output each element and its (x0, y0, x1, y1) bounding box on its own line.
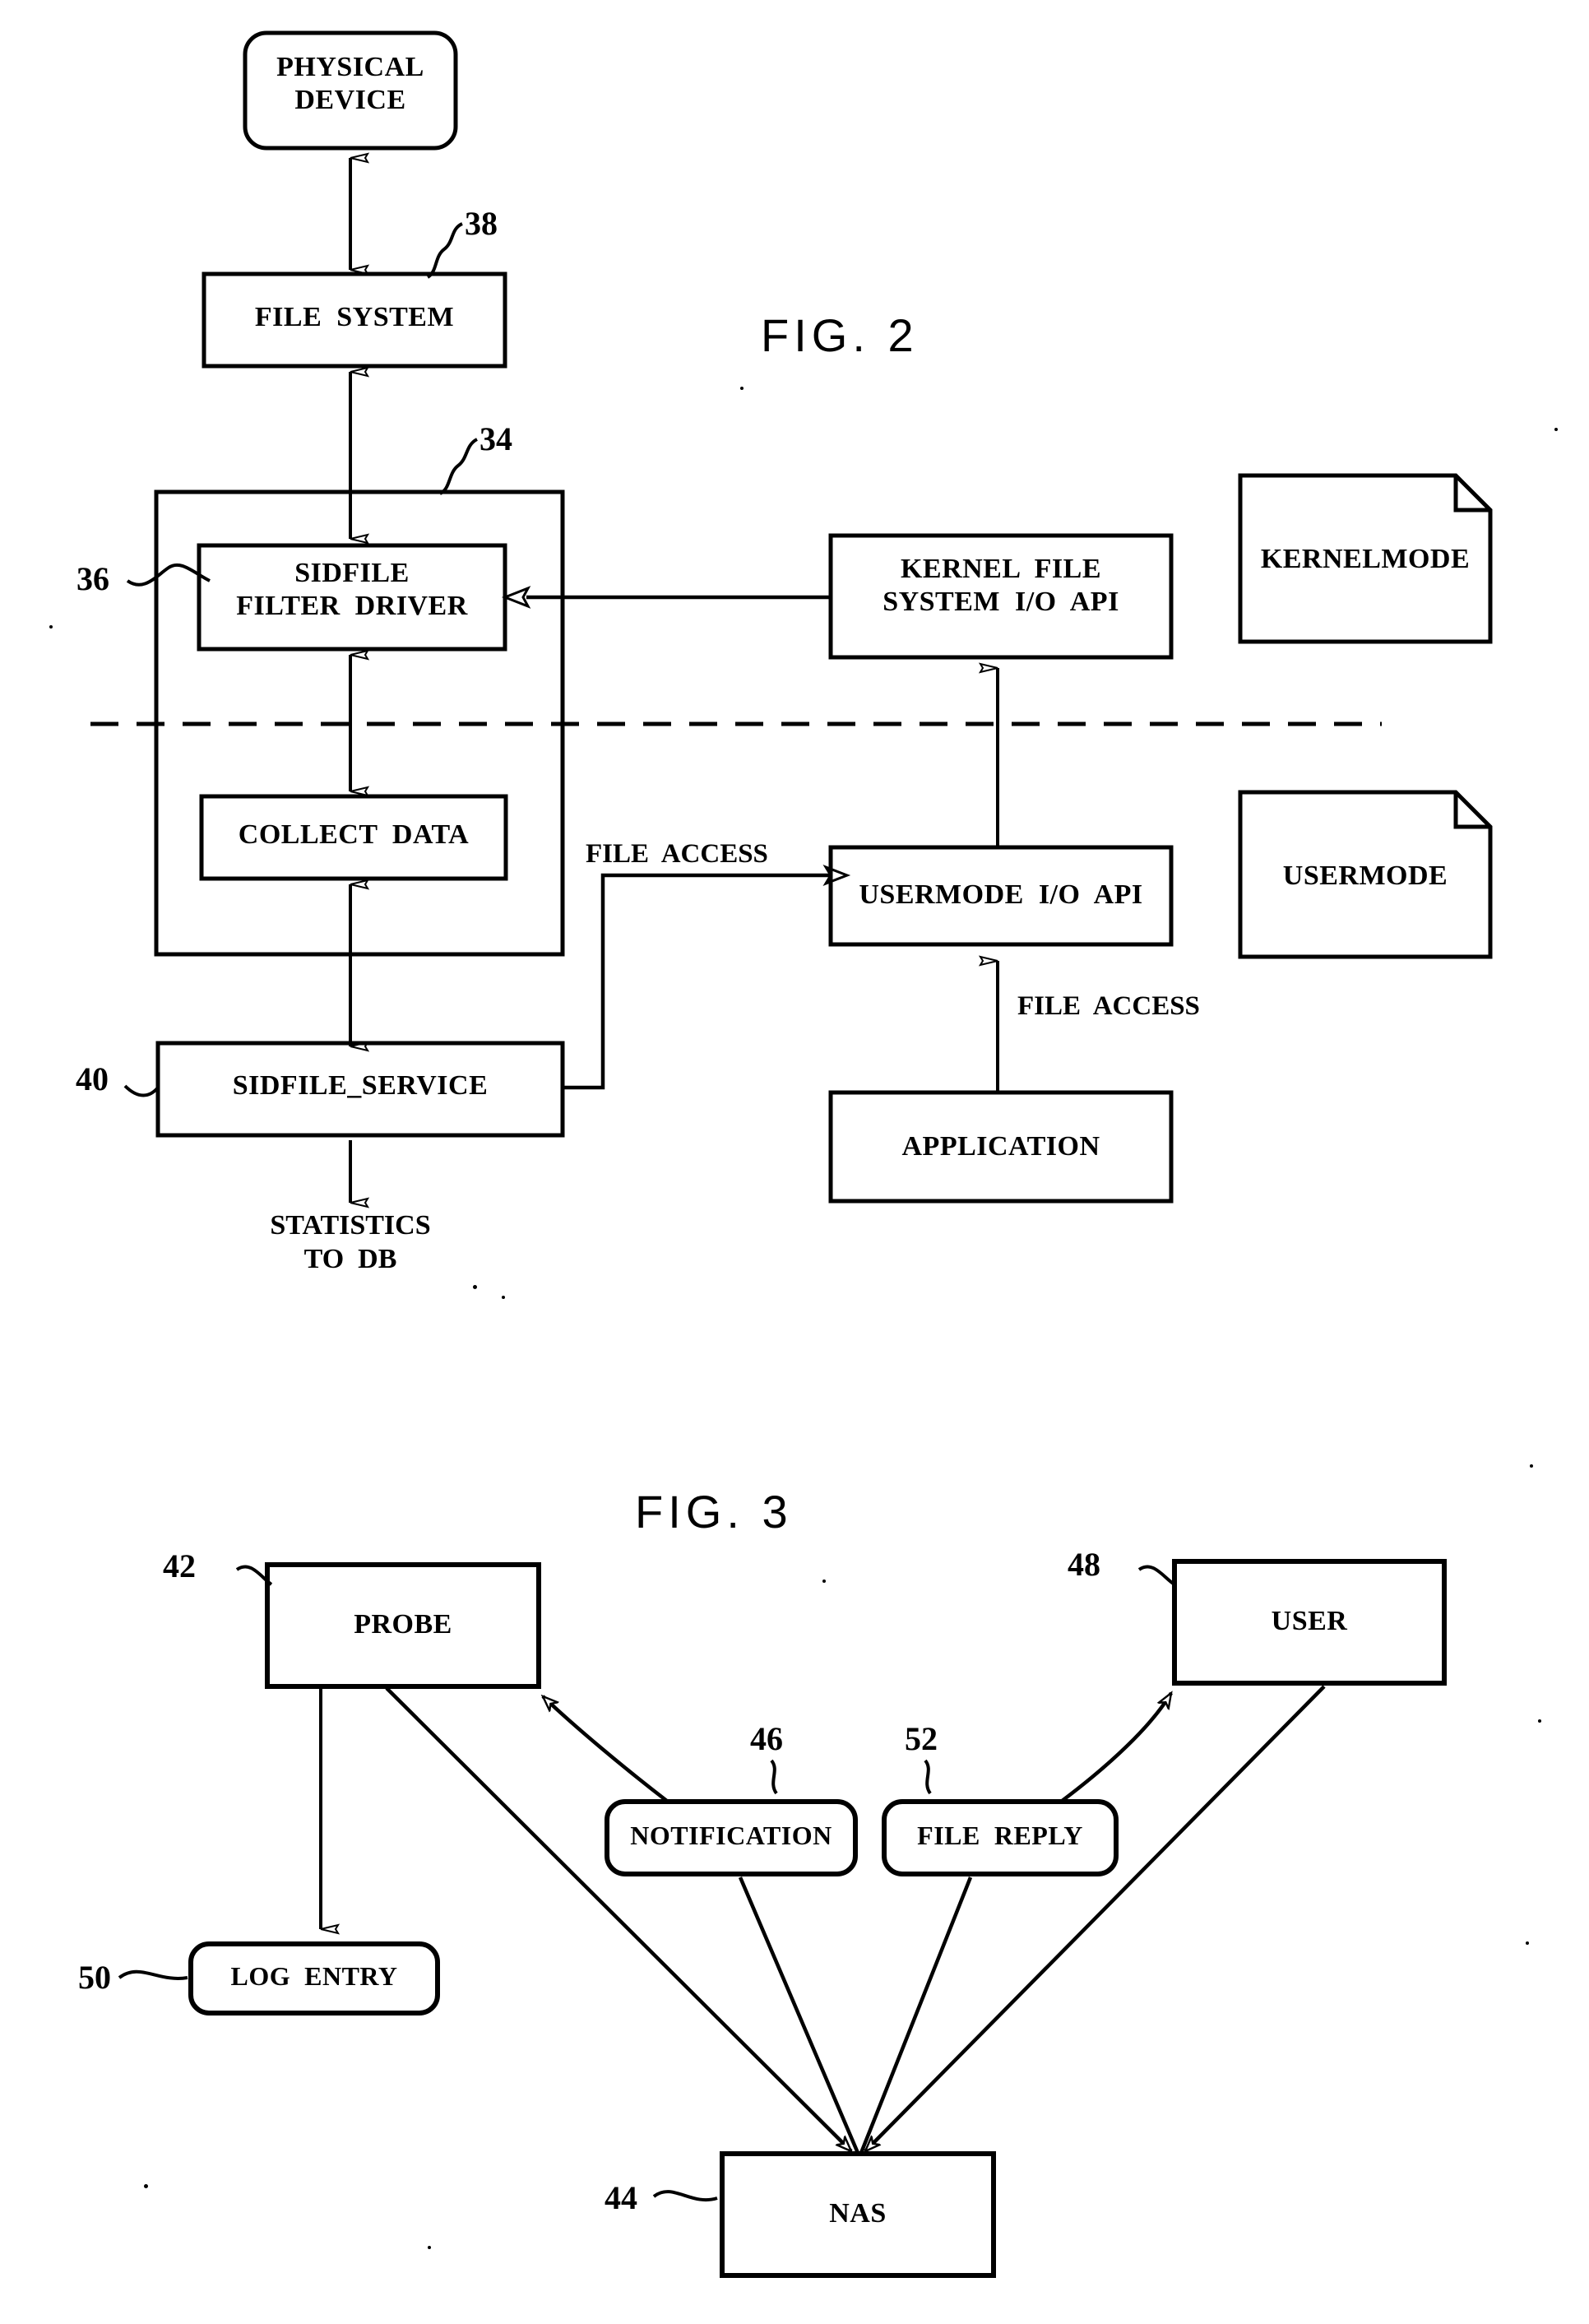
scan-speck (1554, 428, 1558, 431)
label-probe: PROBE (354, 1609, 452, 1640)
label-file-reply: FILE REPLY (917, 1821, 1083, 1850)
ref-num-44: 44 (605, 2179, 637, 2216)
label-statistics-to-db: STATISTICS TO DB (270, 1210, 431, 1274)
fig2-title: FIG. 2 (761, 309, 919, 361)
ref-num-52: 52 (905, 1720, 938, 1757)
label-file-access-right: FILE ACCESS (1017, 991, 1200, 1021)
ref-num-46: 46 (750, 1720, 783, 1757)
scan-speck (49, 625, 53, 629)
label-file-access-left: FILE ACCESS (586, 839, 768, 869)
leader-38 (426, 222, 463, 279)
label-collect-data: COLLECT DATA (238, 819, 470, 850)
scan-speck (1526, 1941, 1529, 1945)
fig3-title: FIG. 3 (635, 1486, 793, 1538)
label-log-entry: LOG ENTRY (230, 1961, 398, 1991)
ref-num-40: 40 (76, 1060, 109, 1097)
arrowhead-kernel-api-to-filter-driver (501, 586, 531, 609)
scan-speck (740, 387, 744, 390)
leader-52 (924, 1759, 932, 1795)
connector-nas-to-notification (738, 1876, 860, 2154)
ref-num-50: 50 (78, 1959, 111, 1996)
label-sidfile-service: SIDFILE_SERVICE (232, 1070, 489, 1101)
label-usermode-io-api: USERMODE I/O API (859, 879, 1143, 910)
ref-num-34: 34 (479, 420, 512, 457)
scan-speck (428, 2246, 431, 2249)
ref-num-48: 48 (1068, 1546, 1100, 1583)
connector-nas-to-file-reply (859, 1876, 973, 2154)
ref-num-42: 42 (163, 1547, 196, 1584)
label-application: APPLICATION (901, 1131, 1100, 1162)
scan-speck (1530, 1464, 1533, 1468)
scan-speck (1538, 1719, 1541, 1723)
scan-speck (822, 1579, 826, 1583)
label-kernelmode-note: KERNELMODE (1260, 544, 1471, 574)
label-user: USER (1271, 1606, 1348, 1636)
ref-num-38: 38 (465, 205, 498, 242)
patent-figure-sheet: FIG. 2 PHYSICAL DEVICE FILE SYSTEM SIDFI… (0, 0, 1589, 2324)
label-nas: NAS (829, 2198, 887, 2229)
arrow-notification-to-probe (543, 1696, 669, 1803)
label-sidfile-filter-driver: SIDFILE FILTER DRIVER (236, 558, 468, 622)
scan-speck (502, 1296, 505, 1299)
leader-34 (438, 438, 479, 495)
leader-50 (118, 1969, 188, 1980)
scan-speck (144, 2184, 148, 2188)
connector-file-access-service-to-usermode-api (563, 873, 831, 1090)
label-file-system: FILE SYSTEM (254, 302, 455, 332)
leader-44 (652, 2190, 718, 2201)
scan-speck (473, 1285, 477, 1289)
label-notification: NOTIFICATION (630, 1821, 832, 1850)
label-usermode-note: USERMODE (1282, 860, 1448, 891)
arrow-file-reply-to-user (1059, 1693, 1173, 1803)
label-physical-device: PHYSICAL DEVICE (276, 52, 424, 116)
leader-46 (770, 1759, 778, 1795)
leader-48 (1137, 1565, 1176, 1586)
label-kernel-file-system-io-api: KERNEL FILE SYSTEM I/O API (883, 554, 1119, 618)
ref-num-36: 36 (76, 560, 109, 597)
leader-40 (123, 1084, 160, 1097)
